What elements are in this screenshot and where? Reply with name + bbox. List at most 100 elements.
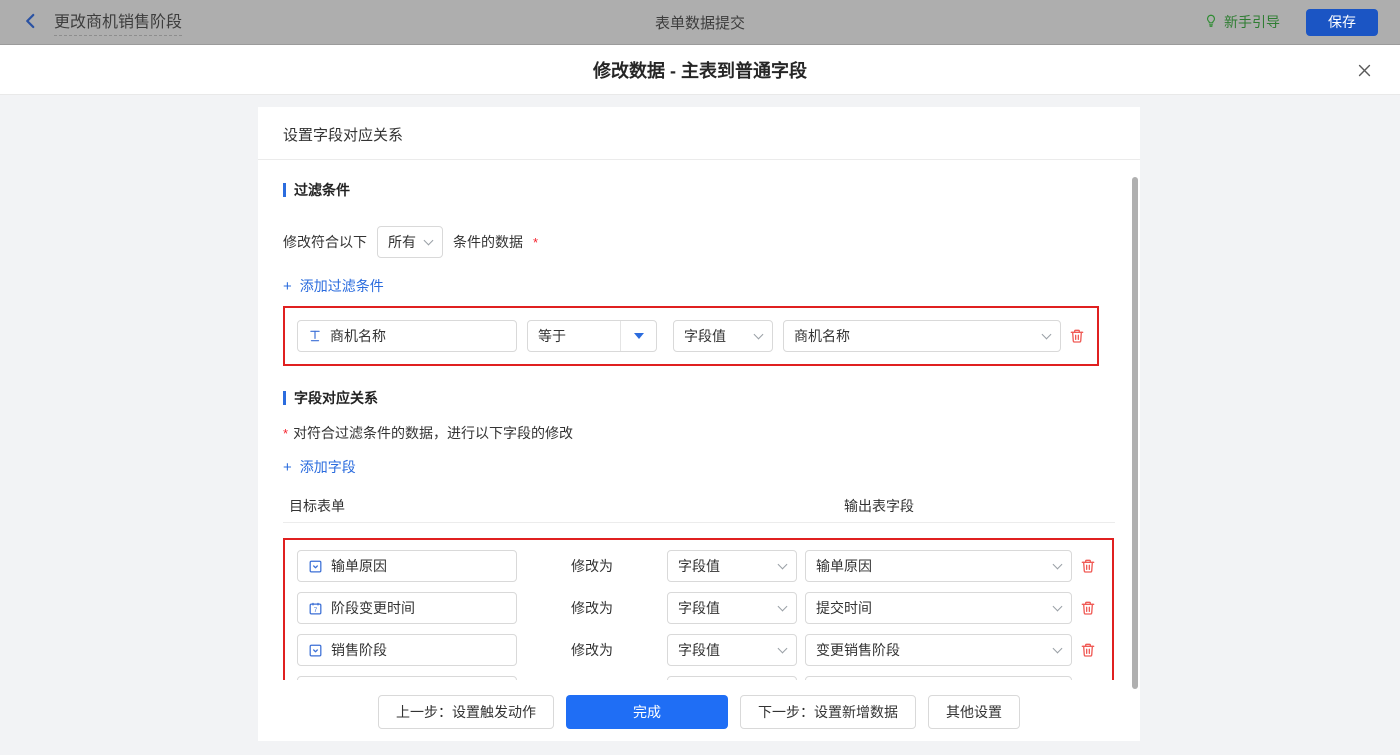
close-button[interactable] (1352, 58, 1376, 82)
value-type-select[interactable]: 字段值 (667, 634, 797, 666)
field-mapping-highlight-box: 输单原因 修改为 字段值 输单原因 (283, 538, 1114, 680)
filter-field-input[interactable]: 商机名称 (297, 320, 517, 352)
output-field-column-header: 输出表字段 (844, 496, 914, 516)
plus-icon: + (283, 459, 292, 476)
value-type-value: 字段值 (684, 326, 726, 346)
mapping-row: 销售阶段 修改为 字段值 变更销售阶段 (297, 634, 1100, 666)
modal-title: 修改数据 - 主表到普通字段 (593, 57, 807, 83)
chevron-down-icon (1053, 559, 1063, 569)
target-field-box[interactable]: 7 阶段变更时间 (297, 592, 517, 624)
filter-section-label: 过滤条件 (294, 180, 350, 200)
panel-content: 过滤条件 修改符合以下 所有 条件的数据 * + 添加过滤条件 (258, 160, 1140, 680)
add-filter-condition-link[interactable]: + 添加过滤条件 (283, 276, 384, 296)
output-field-value: 变更销售阶段 (816, 640, 900, 660)
svg-text:7: 7 (314, 606, 318, 613)
target-form-column-header: 目标表单 (289, 496, 345, 516)
flow-title[interactable]: 更改商机销售阶段 (54, 8, 182, 36)
scrollbar-thumb[interactable] (1132, 177, 1138, 689)
topbar-center-title: 表单数据提交 (0, 12, 1400, 33)
modal-body: 设置字段对应关系 过滤条件 修改符合以下 所有 条件的数据 * + 添加过滤条件 (0, 95, 1400, 755)
target-field-box[interactable]: 销售阶段 (297, 634, 517, 666)
modify-to-label: 修改为 (525, 598, 659, 618)
delete-mapping-button[interactable] (1080, 600, 1100, 616)
operator-dropdown-toggle[interactable] (620, 321, 656, 351)
value-type-select[interactable]: 字段值 (667, 592, 797, 624)
mapping-row: 输单原因 修改为 字段值 输单原因 (297, 550, 1100, 582)
delete-mapping-button[interactable] (1080, 642, 1100, 658)
mapping-row: 阶段类型 修改为 字段值 变更销售阶段 (297, 676, 1100, 680)
panel-header: 设置字段对应关系 (258, 107, 1140, 160)
add-filter-condition-label: 添加过滤条件 (300, 276, 384, 296)
output-field-value: 输单原因 (816, 556, 872, 576)
match-prefix-label: 修改符合以下 (283, 232, 367, 252)
filter-value: 商机名称 (794, 326, 850, 346)
filter-field-value: 商机名称 (330, 326, 386, 346)
chevron-down-icon (778, 559, 788, 569)
modify-to-label: 修改为 (525, 640, 659, 660)
target-field-label: 输单原因 (331, 556, 387, 576)
select-field-icon (308, 643, 323, 658)
plus-icon: + (283, 278, 292, 295)
chevron-down-icon (424, 235, 434, 245)
target-field-box[interactable]: 阶段类型 (297, 676, 517, 680)
mapping-section-title: 字段对应关系 (283, 388, 1115, 408)
next-step-button[interactable]: 下一步：设置新增数据 (740, 695, 916, 729)
trash-icon (1080, 558, 1096, 574)
chevron-down-icon (754, 329, 764, 339)
other-settings-button[interactable]: 其他设置 (928, 695, 1020, 729)
required-mark: * (283, 426, 288, 441)
beginner-guide-label: 新手引导 (1224, 12, 1280, 32)
match-type-value: 所有 (388, 232, 416, 252)
prev-step-button[interactable]: 上一步：设置触发动作 (378, 695, 554, 729)
value-type-value: 字段值 (678, 598, 720, 618)
target-field-label: 销售阶段 (331, 640, 387, 660)
mapping-section-label: 字段对应关系 (294, 388, 378, 408)
chevron-down-icon (778, 643, 788, 653)
back-icon (22, 12, 40, 33)
dropdown-triangle-icon (634, 333, 644, 339)
operator-value: 等于 (528, 326, 620, 346)
trash-icon (1080, 600, 1096, 616)
top-bar: 更改商机销售阶段 表单数据提交 新手引导 保存 (0, 0, 1400, 45)
beginner-guide-button[interactable]: 新手引导 (1204, 12, 1280, 32)
mapping-description-text: 对符合过滤条件的数据，进行以下字段的修改 (293, 423, 573, 443)
filter-section-title: 过滤条件 (283, 180, 1115, 200)
value-type-select[interactable]: 字段值 (673, 320, 773, 352)
delete-mapping-button[interactable] (1080, 558, 1100, 574)
operator-select[interactable]: 等于 (527, 320, 657, 352)
delete-condition-button[interactable] (1069, 328, 1085, 344)
close-icon (1356, 62, 1373, 79)
required-mark: * (533, 235, 538, 250)
value-type-value: 字段值 (678, 556, 720, 576)
back-button[interactable] (22, 12, 40, 33)
output-field-value: 提交时间 (816, 598, 872, 618)
target-field-label: 阶段变更时间 (331, 598, 415, 618)
target-field-box[interactable]: 输单原因 (297, 550, 517, 582)
output-field-select[interactable]: 变更销售阶段 (805, 676, 1072, 680)
select-field-icon (308, 559, 323, 574)
modify-to-label: 修改为 (525, 556, 659, 576)
chevron-down-icon (1053, 601, 1063, 611)
section-accent-bar (283, 183, 286, 197)
panel-footer: 上一步：设置触发动作 完成 下一步：设置新增数据 其他设置 (258, 680, 1140, 741)
match-condition-row: 修改符合以下 所有 条件的数据 * (283, 226, 1115, 258)
mapping-row: 7 阶段变更时间 修改为 字段值 提交时间 (297, 592, 1100, 624)
add-field-label: 添加字段 (300, 457, 356, 477)
trash-icon (1080, 642, 1096, 658)
lightbulb-icon (1204, 12, 1218, 32)
match-type-select[interactable]: 所有 (377, 226, 443, 258)
mapping-description: * 对符合过滤条件的数据，进行以下字段的修改 (283, 423, 1115, 443)
output-field-select[interactable]: 提交时间 (805, 592, 1072, 624)
save-button[interactable]: 保存 (1306, 9, 1378, 36)
modal-header: 修改数据 - 主表到普通字段 (0, 45, 1400, 95)
chevron-down-icon (778, 601, 788, 611)
output-field-select[interactable]: 变更销售阶段 (805, 634, 1072, 666)
add-field-link[interactable]: + 添加字段 (283, 457, 356, 477)
done-button[interactable]: 完成 (566, 695, 728, 729)
chevron-down-icon (1042, 329, 1052, 339)
value-type-select[interactable]: 字段值 (667, 676, 797, 680)
filter-value-select[interactable]: 商机名称 (783, 320, 1061, 352)
value-type-select[interactable]: 字段值 (667, 550, 797, 582)
value-type-value: 字段值 (678, 640, 720, 660)
output-field-select[interactable]: 输单原因 (805, 550, 1072, 582)
